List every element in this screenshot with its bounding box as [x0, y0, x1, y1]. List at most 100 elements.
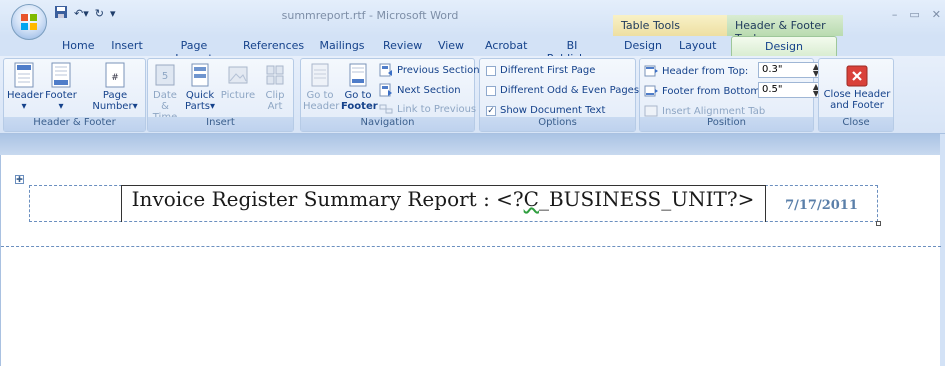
maximize-icon[interactable]: ▭	[909, 8, 919, 21]
tab-references[interactable]: References	[243, 39, 304, 52]
report-title-suffix: _BUSINESS_UNIT?>	[538, 187, 755, 211]
group-label-navigation: Navigation	[301, 117, 474, 131]
clip-art-icon	[266, 65, 284, 85]
context-label-table-tools: Table Tools	[613, 15, 727, 36]
page-number-button[interactable]: # Page Number▾	[86, 62, 144, 112]
close-icon	[846, 65, 868, 87]
go-to-footer-icon	[349, 63, 367, 87]
different-first-page-label: Different First Page	[500, 65, 596, 76]
previous-section-label: Previous Section	[397, 64, 480, 76]
header-boundary-line	[1, 246, 941, 247]
minimize-icon[interactable]: –	[892, 8, 898, 21]
footer-label: Footer	[45, 90, 77, 101]
group-label-close: Close	[819, 117, 893, 131]
different-odd-even-label: Different Odd & Even Pages	[500, 85, 640, 96]
clip-label-1: Clip	[265, 90, 285, 101]
close-window-icon[interactable]: ✕	[932, 8, 941, 21]
next-section-button[interactable]: Next Section	[379, 83, 461, 97]
go-to-header-label-2: Header	[303, 101, 340, 112]
link-to-previous-label: Link to Previous	[397, 103, 477, 115]
tab-insert[interactable]: Insert	[111, 39, 143, 52]
title-bar: ↶▾ ↻ ▾ summreport.rtf - Microsoft Word T…	[0, 0, 945, 45]
checkbox-icon	[486, 85, 496, 96]
tab-mailings[interactable]: Mailings	[318, 39, 366, 52]
page-number-icon: #	[105, 62, 125, 88]
footer-from-bottom-label: Footer from Bottom:	[662, 85, 764, 97]
chevron-down-icon: ▾	[132, 101, 138, 112]
group-options: Different First Page Different Odd & Eve…	[479, 58, 639, 132]
date-time-button[interactable]: 5 Date& Time	[150, 62, 180, 123]
link-to-previous-button[interactable]: Link to Previous	[379, 103, 476, 115]
group-label-position: Position	[640, 117, 813, 131]
tab-header-footer-design[interactable]: Design	[731, 36, 837, 57]
group-close: Close Header and Footer Close	[818, 58, 894, 132]
window-controls: – ▭ ✕	[892, 8, 941, 21]
header-from-top-input[interactable]: 0.3" ▲ ▼	[758, 62, 822, 78]
go-to-header-button[interactable]: Go to Header	[303, 62, 340, 112]
different-first-page-checkbox[interactable]: Different First Page	[486, 65, 595, 76]
header-from-top-label-row: Header from Top:	[644, 65, 748, 77]
ruler-strip	[0, 134, 945, 155]
group-label-options: Options	[480, 117, 635, 131]
checkbox-icon	[486, 65, 496, 76]
tab-acrobat[interactable]: Acrobat	[485, 39, 527, 52]
tab-table-design[interactable]: Design	[624, 39, 662, 52]
header-button[interactable]: Header ▾	[7, 62, 43, 112]
different-odd-even-checkbox[interactable]: Different Odd & Even Pages	[486, 85, 639, 96]
quick-label-1: Quick	[185, 90, 215, 101]
group-header-footer: Header ▾ Footer ▾ # Page Number▾ Header & F…	[3, 58, 146, 132]
chevron-down-icon: ▾	[21, 101, 27, 112]
office-button[interactable]	[11, 4, 47, 40]
tab-home[interactable]: Home	[62, 39, 94, 52]
go-to-footer-label-1: Go to	[344, 90, 372, 101]
close-header-label-1: Close Header	[823, 89, 891, 100]
group-label-header-footer: Header & Footer	[4, 117, 145, 131]
header-from-top-label: Header from Top:	[662, 65, 749, 77]
footer-position-icon	[644, 85, 658, 97]
chevron-down-icon: ▾	[58, 101, 64, 112]
tab-review[interactable]: Review	[383, 39, 422, 52]
link-icon	[379, 104, 393, 114]
footer-button[interactable]: Footer ▾	[43, 62, 79, 112]
svg-text:5: 5	[162, 71, 168, 82]
close-header-footer-button[interactable]: Close Header and Footer	[823, 65, 891, 111]
picture-label: Picture	[220, 90, 256, 101]
picture-button[interactable]: Picture	[220, 62, 256, 101]
previous-section-button[interactable]: Previous Section	[379, 63, 480, 77]
quick-parts-button[interactable]: Quick Parts▾	[184, 62, 216, 112]
date-label-1: Date	[153, 90, 177, 101]
insert-alignment-tab-button[interactable]: Insert Alignment Tab	[644, 105, 765, 117]
group-label-insert: Insert	[148, 117, 293, 131]
header-from-top-value: 0.3"	[762, 64, 783, 75]
tab-view[interactable]: View	[437, 39, 465, 52]
show-document-text-checkbox[interactable]: ✓ Show Document Text	[486, 105, 605, 116]
go-to-footer-button[interactable]: Go to Footer	[341, 62, 378, 112]
footer-icon	[51, 62, 71, 88]
clip-art-button[interactable]: Clip Art	[261, 62, 289, 112]
go-to-header-label-1: Go to	[306, 90, 334, 101]
ribbon: Header ▾ Footer ▾ # Page Number▾ Header & F…	[0, 56, 945, 134]
report-date[interactable]: 7/17/2011	[765, 198, 878, 213]
vertical-scrollbar[interactable]	[940, 134, 945, 366]
footer-from-bottom-input[interactable]: 0.5" ▲ ▼	[758, 82, 822, 98]
footer-from-bottom-label-row: Footer from Bottom:	[644, 85, 764, 97]
go-to-header-icon	[311, 63, 329, 87]
chevron-down-icon: ▾	[209, 101, 215, 112]
document-area[interactable]: ✚ Invoice Register Summary Report : <?C_…	[0, 155, 941, 366]
quick-label-2: Parts	[185, 101, 210, 112]
group-position: Header from Top: 0.3" ▲ ▼ Footer from Bot…	[639, 58, 822, 132]
footer-from-bottom-value: 0.5"	[762, 84, 783, 95]
office-logo-icon	[21, 14, 37, 30]
table-move-handle-icon[interactable]: ✚	[15, 175, 24, 184]
next-section-label: Next Section	[397, 84, 461, 96]
report-title-prefix: Invoice Register Summary Report : <?	[131, 187, 524, 211]
show-document-text-label: Show Document Text	[500, 105, 606, 116]
context-label-header-footer-tools: Header & Footer Tools	[727, 15, 843, 45]
next-section-icon	[379, 83, 392, 97]
report-title[interactable]: Invoice Register Summary Report : <?C_BU…	[121, 187, 765, 211]
insert-alignment-tab-label: Insert Alignment Tab	[662, 105, 766, 117]
tab-table-layout[interactable]: Layout	[679, 39, 716, 52]
ribbon-tabs: Home Insert Page Layout References Maili…	[0, 36, 945, 65]
table-resize-handle[interactable]	[876, 221, 881, 226]
previous-section-icon	[379, 63, 392, 77]
